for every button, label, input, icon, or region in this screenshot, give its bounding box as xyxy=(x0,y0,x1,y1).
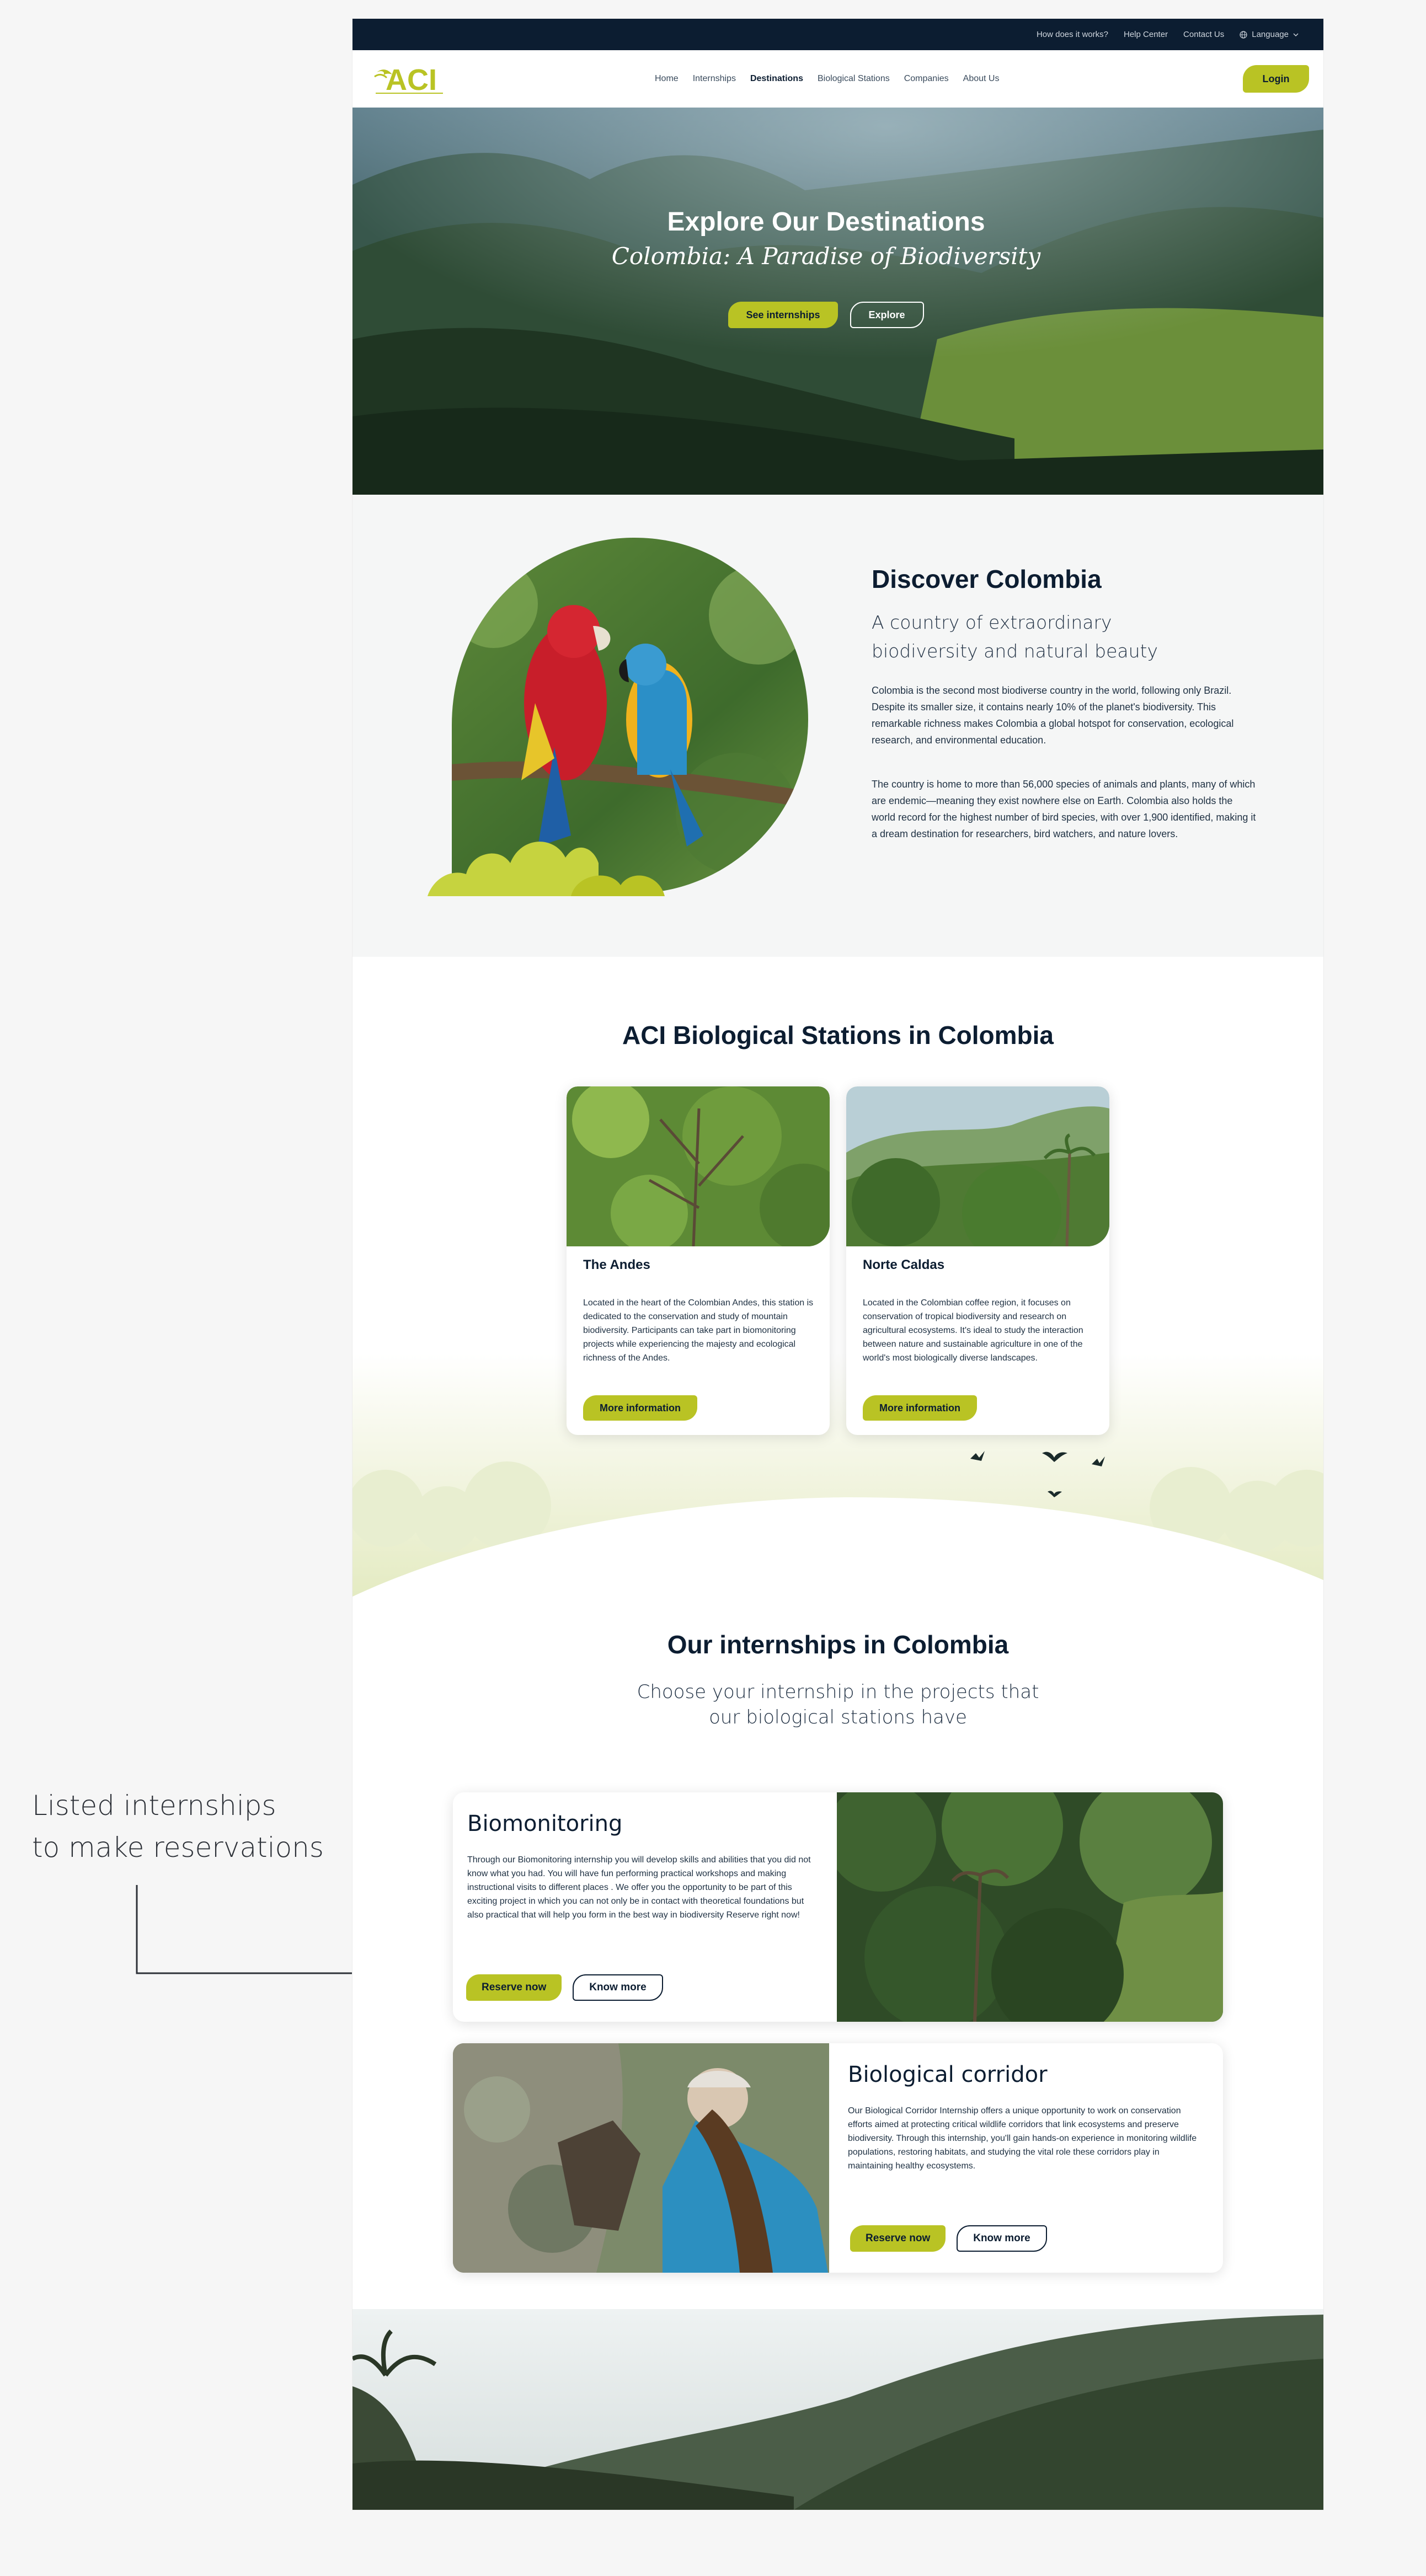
nav-home[interactable]: Home xyxy=(655,74,679,84)
chevron-down-icon xyxy=(1293,33,1299,36)
see-internships-button[interactable]: See internships xyxy=(728,302,838,328)
discover-subtitle: A country of extraordinary biodiversity … xyxy=(872,612,1158,662)
help-center-link[interactable]: Help Center xyxy=(1124,30,1168,39)
language-selector[interactable]: Language xyxy=(1240,30,1299,39)
top-utility-bar: How does it works? Help Center Contact U… xyxy=(353,19,1323,50)
internship-actions: Reserve now Know more xyxy=(850,2225,1047,2252)
internships-subtitle-line-1: Choose your internship in the projects t… xyxy=(637,1681,1039,1703)
station-card-norte-caldas: Norte Caldas Located in the Colombian co… xyxy=(846,1086,1109,1435)
hills-divider xyxy=(353,1461,1323,1597)
station-description: Located in the Colombian coffee region, … xyxy=(863,1298,1083,1363)
reserve-now-button[interactable]: Reserve now xyxy=(466,1974,562,2001)
andes-station-image xyxy=(567,1086,830,1246)
internships-subtitle-line-2: our biological stations have xyxy=(709,1706,967,1728)
aci-logo[interactable]: ACI xyxy=(373,60,451,95)
login-button[interactable]: Login xyxy=(1243,65,1309,93)
hero-title: Explore Our Destinations xyxy=(667,207,985,237)
discover-paragraph-2: The country is home to more than 56,000 … xyxy=(872,779,1256,839)
biological-corridor-researcher-image xyxy=(453,2043,829,2273)
know-more-button[interactable]: Know more xyxy=(957,2225,1047,2252)
annotation-line-1: Listed internships xyxy=(32,1790,276,1822)
internship-card-biomonitoring: Biomonitoring Through our Biomonitoring … xyxy=(453,1792,1223,2022)
station-card-andes: The Andes Located in the heart of the Co… xyxy=(567,1086,830,1435)
nav-about-us[interactable]: About Us xyxy=(963,74,1000,84)
web-page: How does it works? Help Center Contact U… xyxy=(353,19,1323,2510)
internship-card-biological-corridor: Biological corridor Our Biological Corri… xyxy=(453,2043,1223,2273)
discover-title: Discover Colombia xyxy=(872,565,1102,593)
norte-caldas-station-image xyxy=(846,1086,1109,1246)
main-navbar: ACI Home Internships Destinations Biolog… xyxy=(353,50,1323,108)
internship-description: Our Biological Corridor Internship offer… xyxy=(848,2106,1197,2171)
hero-subtitle: Colombia: A Paradise of Biodiversity xyxy=(611,243,1041,270)
how-it-works-link[interactable]: How does it works? xyxy=(1037,30,1108,39)
internship-actions: Reserve now Know more xyxy=(466,1974,663,2001)
logo-text: ACI xyxy=(386,63,437,95)
primary-nav: Home Internships Destinations Biological… xyxy=(655,50,999,108)
biomonitoring-forest-image xyxy=(837,1792,1223,2022)
stations-title: ACI Biological Stations in Colombia xyxy=(622,1021,1054,1049)
mountain-landscape-image xyxy=(353,108,1323,495)
station-name: The Andes xyxy=(583,1257,650,1272)
discover-colombia-section: Discover Colombia A country of extraordi… xyxy=(353,495,1323,957)
know-more-button[interactable]: Know more xyxy=(573,1974,663,2001)
discover-paragraph-1: Colombia is the second most biodiverse c… xyxy=(872,685,1234,746)
nav-internships[interactable]: Internships xyxy=(693,74,736,84)
reserve-now-button[interactable]: Reserve now xyxy=(850,2225,946,2252)
hero-buttons: See internships Explore xyxy=(353,302,1300,328)
internships-section: Our internships in Colombia Choose your … xyxy=(353,1597,1323,2325)
side-annotation: Listed internships to make reservations xyxy=(32,1785,324,1868)
language-label: Language xyxy=(1252,30,1289,39)
annotation-line-2: to make reservations xyxy=(32,1831,324,1863)
nav-biological-stations[interactable]: Biological Stations xyxy=(818,74,890,84)
internship-title: Biomonitoring xyxy=(467,1811,623,1836)
station-name: Norte Caldas xyxy=(863,1257,945,1272)
nav-companies[interactable]: Companies xyxy=(904,74,949,84)
macaw-parrots-image xyxy=(428,538,808,896)
internship-title: Biological corridor xyxy=(848,2062,1048,2087)
nav-destinations[interactable]: Destinations xyxy=(750,74,803,84)
forest-footer-image xyxy=(353,2309,1323,2510)
globe-icon xyxy=(1240,30,1247,39)
station-description: Located in the heart of the Colombian An… xyxy=(583,1298,814,1363)
biological-stations-section: ACI Biological Stations in Colombia The … xyxy=(353,957,1323,1597)
explore-button[interactable]: Explore xyxy=(850,302,924,328)
internships-title: Our internships in Colombia xyxy=(667,1630,1009,1659)
hero-banner: Explore Our Destinations Colombia: A Par… xyxy=(353,108,1323,495)
internships-subtitle: Choose your internship in the projects t… xyxy=(353,1679,1323,1730)
contact-us-link[interactable]: Contact Us xyxy=(1183,30,1224,39)
internship-description: Through our Biomonitoring internship you… xyxy=(467,1855,811,1920)
